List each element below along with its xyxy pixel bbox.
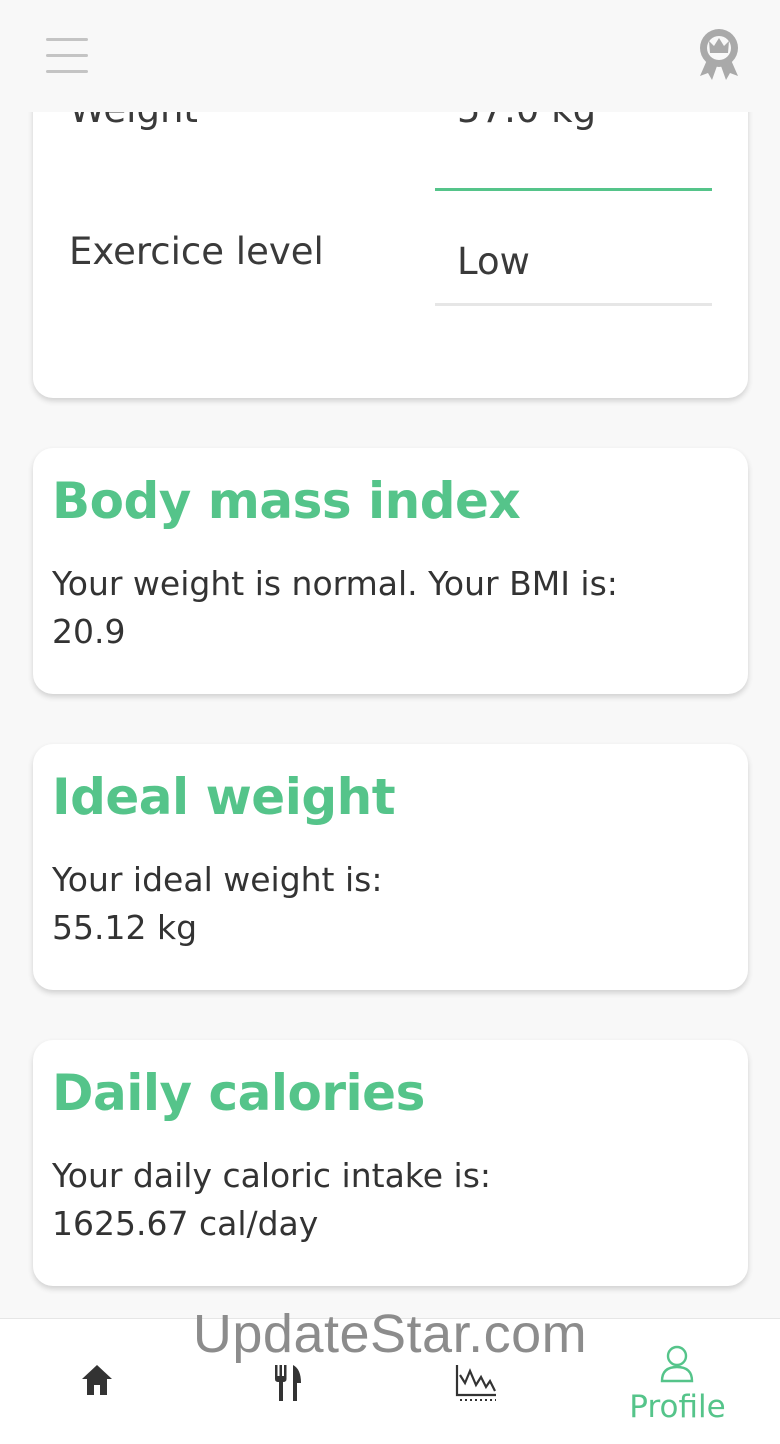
top-app-bar [0,0,780,112]
hamburger-menu-icon[interactable] [46,38,88,74]
daily-calories-value: 1625.67 cal/day [52,1204,319,1243]
bmi-card: Body mass index Your weight is normal. Y… [33,448,748,694]
ideal-weight-text-line1: Your ideal weight is: [52,860,383,899]
ideal-weight-title: Ideal weight [52,768,396,826]
nav-label-profile: Profile [629,1389,726,1425]
daily-calories-text-line1: Your daily caloric intake is: [52,1156,492,1195]
fork-knife-icon [275,1365,301,1401]
exercise-level-select[interactable]: Low [435,240,712,310]
watermark: UpdateStar.com [192,1304,588,1364]
bmi-title: Body mass index [52,472,521,530]
ideal-weight-card: Ideal weight Your ideal weight is: 55.12… [33,744,748,990]
bmi-value: 20.9 [52,612,126,651]
daily-calories-card: Daily calories Your daily caloric intake… [33,1040,748,1286]
bmi-text-line1: Your weight is normal. Your BMI is: [52,564,618,603]
exercise-level-label: Exercice level [69,230,324,273]
home-icon [82,1365,112,1395]
chart-icon [455,1365,496,1401]
award-ribbon-icon[interactable] [692,26,746,80]
ideal-weight-value: 55.12 kg [52,908,198,947]
daily-calories-title: Daily calories [52,1064,425,1122]
